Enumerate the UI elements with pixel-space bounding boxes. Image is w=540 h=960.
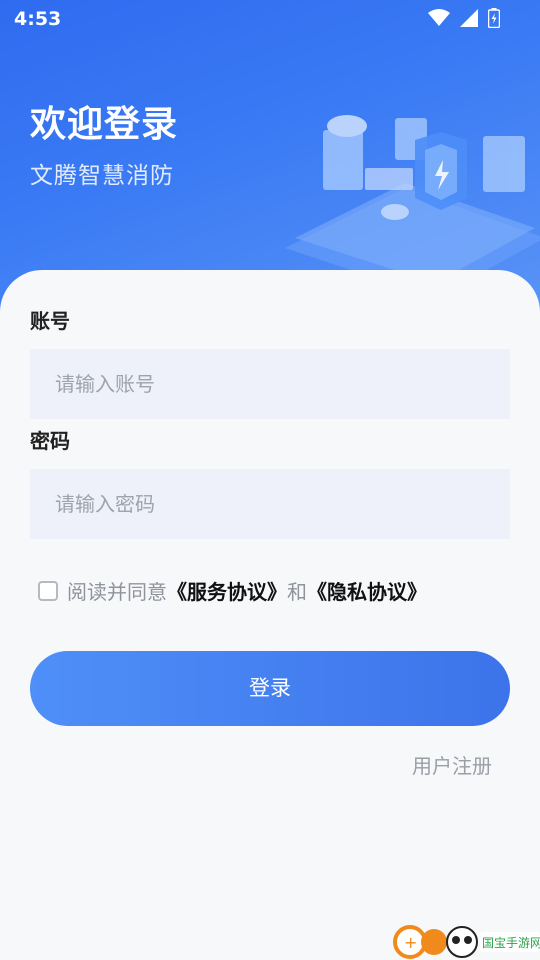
agreement-prefix: 阅读并同意 xyxy=(67,580,167,604)
battery-icon xyxy=(488,8,500,28)
server-illustration xyxy=(285,115,540,288)
status-time: 4:53 xyxy=(14,8,62,30)
svg-text:国宝手游网: 国宝手游网 xyxy=(482,936,540,950)
site-watermark-logo: + 国宝手游网 xyxy=(393,925,540,959)
agreement-and: 和 xyxy=(287,580,307,604)
cellular-signal-icon xyxy=(460,9,478,27)
password-input[interactable] xyxy=(30,469,510,539)
privacy-agreement-link[interactable]: 《隐私协议》 xyxy=(307,576,427,605)
status-bar: 4:53 xyxy=(0,0,540,36)
agreement-checkbox[interactable] xyxy=(38,580,58,601)
page-subtitle: 文腾智慧消防 xyxy=(30,163,174,189)
password-label: 密码 xyxy=(30,429,70,453)
status-icons xyxy=(428,8,500,28)
page-title: 欢迎登录 xyxy=(30,104,179,145)
account-input[interactable] xyxy=(30,349,510,419)
agreement-row: 阅读并同意 《服务协议》 和 《隐私协议》 xyxy=(38,576,427,605)
svg-text:+: + xyxy=(404,933,417,952)
account-label: 账号 xyxy=(30,309,70,333)
wifi-icon xyxy=(428,9,450,26)
service-agreement-link[interactable]: 《服务协议》 xyxy=(167,576,287,605)
login-button[interactable]: 登录 xyxy=(30,651,510,726)
register-link[interactable]: 用户注册 xyxy=(412,750,492,779)
